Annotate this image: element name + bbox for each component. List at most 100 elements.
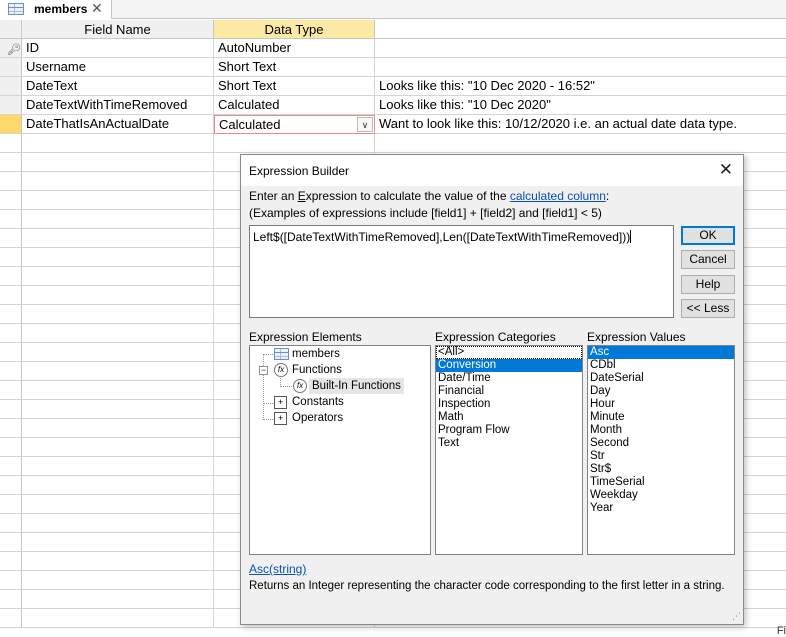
- empty-cell[interactable]: [22, 248, 214, 267]
- empty-cell[interactable]: [22, 514, 214, 533]
- empty-cell[interactable]: [22, 400, 214, 419]
- field-name-cell[interactable]: DateTextWithTimeRemoved: [22, 96, 214, 115]
- value-list-item[interactable]: TimeSerial: [588, 476, 734, 489]
- value-list-item[interactable]: Day: [588, 385, 734, 398]
- collapse-icon[interactable]: −: [259, 366, 268, 375]
- empty-cell[interactable]: [22, 210, 214, 229]
- tab-members[interactable]: members ✕: [0, 0, 112, 19]
- row-selector[interactable]: [0, 476, 22, 495]
- empty-cell[interactable]: [22, 191, 214, 210]
- row-selector[interactable]: [0, 96, 22, 115]
- close-icon[interactable]: ✕: [719, 160, 733, 180]
- category-list-item[interactable]: Inspection: [436, 398, 582, 411]
- empty-cell[interactable]: [22, 438, 214, 457]
- close-icon[interactable]: ✕: [91, 0, 103, 17]
- empty-cell[interactable]: [22, 476, 214, 495]
- row-selector[interactable]: [0, 153, 22, 172]
- row-selector[interactable]: [0, 457, 22, 476]
- empty-cell[interactable]: [375, 134, 786, 153]
- dialog-titlebar[interactable]: Expression Builder ✕: [241, 155, 743, 186]
- value-list-item[interactable]: DateSerial: [588, 372, 734, 385]
- expression-input[interactable]: Left$([DateTextWithTimeRemoved],Len([Dat…: [249, 225, 674, 318]
- description-cell[interactable]: [375, 39, 786, 58]
- row-selector[interactable]: [0, 172, 22, 191]
- row-selector[interactable]: [0, 362, 22, 381]
- tree-item-operators[interactable]: Operators: [292, 410, 343, 426]
- field-name-cell[interactable]: DateThatIsAnActualDate: [22, 115, 214, 134]
- description-cell[interactable]: Want to look like this: 10/12/2020 i.e. …: [375, 115, 786, 134]
- row-selector[interactable]: [0, 552, 22, 571]
- expression-elements-tree[interactable]: members − fx Functions fx Built-In Funct…: [249, 345, 431, 555]
- row-selector[interactable]: [0, 381, 22, 400]
- resize-grip-icon[interactable]: ⋰: [732, 611, 741, 622]
- row-selector[interactable]: [0, 419, 22, 438]
- empty-cell[interactable]: [22, 457, 214, 476]
- value-list-item[interactable]: Year: [588, 502, 734, 515]
- row-selector[interactable]: 🔑︎: [0, 39, 22, 58]
- row-selector[interactable]: [0, 248, 22, 267]
- expression-categories-list[interactable]: <All> Conversion Date/Time Financial Inspect…: [435, 345, 583, 555]
- empty-cell[interactable]: [22, 552, 214, 571]
- row-selector[interactable]: [0, 343, 22, 362]
- empty-cell[interactable]: [22, 172, 214, 191]
- row-selector-current[interactable]: [0, 115, 22, 134]
- table-row-current[interactable]: DateThatIsAnActualDate Calculated ∨ Want…: [0, 115, 786, 134]
- row-selector[interactable]: [0, 58, 22, 77]
- tree-item-builtin-functions[interactable]: Built-In Functions: [309, 378, 404, 394]
- empty-cell[interactable]: [22, 609, 214, 628]
- row-selector[interactable]: [0, 571, 22, 590]
- empty-cell[interactable]: [22, 324, 214, 343]
- table-row[interactable]: 🔑︎ ID AutoNumber: [0, 39, 786, 58]
- row-selector[interactable]: [0, 438, 22, 457]
- data-type-cell[interactable]: Calculated: [214, 96, 375, 115]
- category-list-item[interactable]: Financial: [436, 385, 582, 398]
- table-row-empty[interactable]: [0, 134, 786, 153]
- table-row[interactable]: DateText Short Text Looks like this: "10…: [0, 77, 786, 96]
- row-selector[interactable]: [0, 134, 22, 153]
- data-type-dropdown[interactable]: Calculated ∨: [214, 115, 375, 134]
- tree-item-constants[interactable]: Constants: [292, 394, 344, 410]
- tree-item-functions[interactable]: Functions: [292, 362, 342, 378]
- data-type-cell[interactable]: Short Text: [214, 77, 375, 96]
- row-selector[interactable]: [0, 77, 22, 96]
- empty-cell[interactable]: [22, 590, 214, 609]
- row-selector[interactable]: [0, 514, 22, 533]
- empty-cell[interactable]: [22, 381, 214, 400]
- value-list-item[interactable]: Month: [588, 424, 734, 437]
- description-cell[interactable]: Looks like this: "10 Dec 2020": [375, 96, 786, 115]
- empty-cell[interactable]: [22, 134, 214, 153]
- row-selector[interactable]: [0, 229, 22, 248]
- empty-cell[interactable]: [22, 153, 214, 172]
- value-list-item[interactable]: Str: [588, 450, 734, 463]
- data-type-cell[interactable]: Short Text: [214, 58, 375, 77]
- empty-cell[interactable]: [22, 286, 214, 305]
- row-selector[interactable]: [0, 590, 22, 609]
- value-list-item[interactable]: Weekday: [588, 489, 734, 502]
- description-cell[interactable]: [375, 58, 786, 77]
- field-name-cell[interactable]: ID: [22, 39, 214, 58]
- row-selector[interactable]: [0, 324, 22, 343]
- expression-values-list[interactable]: Asc CDbl DateSerial Day Hour Minute Month Secon…: [587, 345, 735, 555]
- empty-cell[interactable]: [22, 495, 214, 514]
- row-selector[interactable]: [0, 286, 22, 305]
- row-selector[interactable]: [0, 210, 22, 229]
- value-list-item[interactable]: Second: [588, 437, 734, 450]
- table-row[interactable]: DateTextWithTimeRemoved Calculated Looks…: [0, 96, 786, 115]
- category-list-item[interactable]: Program Flow: [436, 424, 582, 437]
- row-selector[interactable]: [0, 305, 22, 324]
- row-selector[interactable]: [0, 533, 22, 552]
- field-name-cell[interactable]: Username: [22, 58, 214, 77]
- value-list-item[interactable]: Hour: [588, 398, 734, 411]
- data-type-cell[interactable]: AutoNumber: [214, 39, 375, 58]
- row-selector[interactable]: [0, 495, 22, 514]
- empty-cell[interactable]: [214, 134, 375, 153]
- value-list-item[interactable]: Asc: [588, 346, 734, 359]
- help-button[interactable]: Help: [681, 275, 735, 294]
- folder-plus-icon[interactable]: +: [274, 396, 287, 409]
- empty-cell[interactable]: [22, 267, 214, 286]
- value-list-item[interactable]: Str$: [588, 463, 734, 476]
- row-selector-header[interactable]: [0, 20, 22, 39]
- chevron-down-icon[interactable]: ∨: [357, 117, 373, 132]
- value-list-item[interactable]: CDbl: [588, 359, 734, 372]
- table-row[interactable]: Username Short Text: [0, 58, 786, 77]
